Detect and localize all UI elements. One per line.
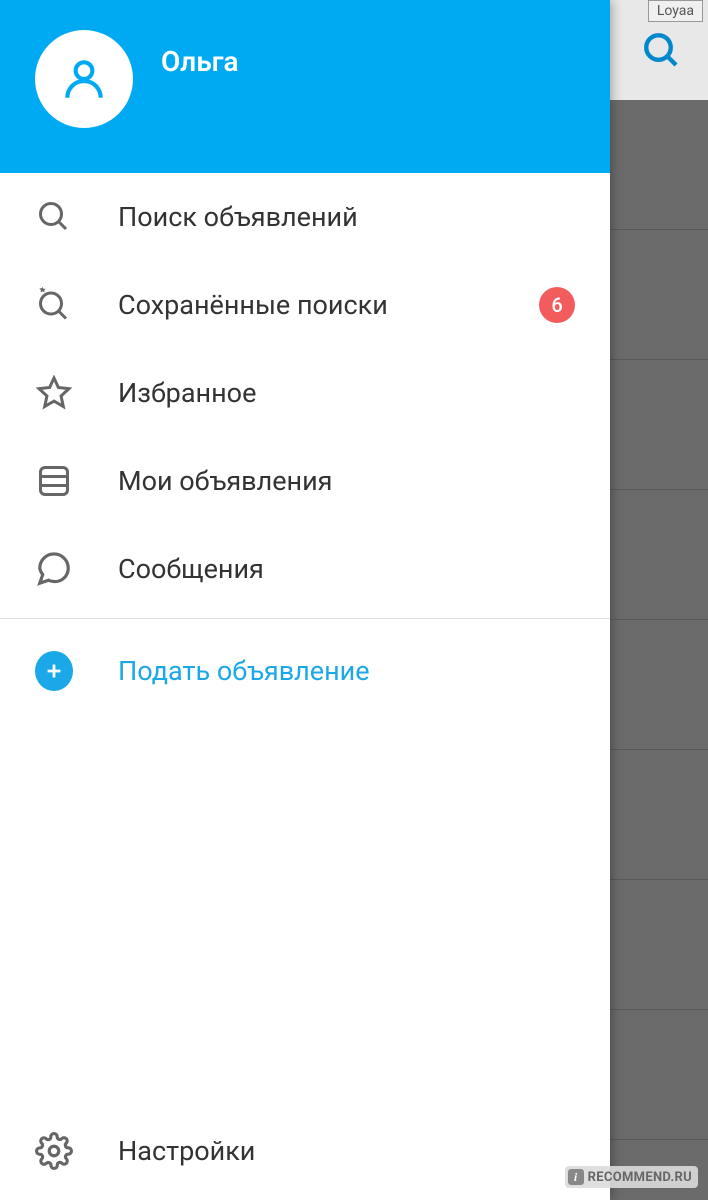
background-row (610, 880, 708, 1010)
menu-label: Поиск объявлений (118, 201, 575, 233)
background-search-icon[interactable] (641, 30, 683, 76)
menu-label: Сохранённые поиски (118, 289, 494, 321)
menu-item-saved-searches[interactable]: Сохранённые поиски 6 (0, 261, 610, 349)
background-row (610, 490, 708, 620)
chat-icon (35, 550, 73, 588)
gear-icon (35, 1132, 73, 1170)
watermark-text: RECOMMEND.RU (588, 1170, 692, 1185)
profile-name: Ольга (161, 45, 239, 78)
menu-label: Сообщения (118, 553, 575, 585)
menu-item-messages[interactable]: Сообщения (0, 525, 610, 613)
background-list (610, 100, 708, 1200)
sidebar-drawer: Ольга Поиск объявлений Сохранённые поиск… (0, 0, 610, 1200)
background-row (610, 100, 708, 230)
menu-item-favorites[interactable]: Избранное (0, 349, 610, 437)
watermark: i RECOMMEND.RU (565, 1166, 698, 1188)
menu-item-settings[interactable]: Настройки (0, 1107, 610, 1200)
menu-item-search-ads[interactable]: Поиск объявлений (0, 173, 610, 261)
plus-circle-icon (35, 652, 73, 690)
saved-searches-badge: 6 (539, 287, 575, 323)
list-icon (35, 462, 73, 500)
avatar[interactable] (35, 30, 133, 128)
search-icon (35, 198, 73, 236)
spacer (0, 718, 610, 1107)
background-row (610, 750, 708, 880)
menu-label: Настройки (118, 1135, 575, 1167)
menu-list: Поиск объявлений Сохранённые поиски 6 Из… (0, 173, 610, 1200)
profile-header[interactable]: Ольга (0, 0, 610, 173)
star-icon (35, 374, 73, 412)
background-row (610, 230, 708, 360)
menu-label: Избранное (118, 377, 575, 409)
menu-item-my-ads[interactable]: Мои объявления (0, 437, 610, 525)
watermark-icon: i (568, 1169, 584, 1185)
background-row (610, 360, 708, 490)
divider (0, 618, 610, 619)
background-row (610, 1010, 708, 1140)
menu-label: Мои объявления (118, 465, 575, 497)
menu-label: Подать объявление (118, 655, 575, 687)
browser-tag: Loyaa (648, 0, 703, 22)
saved-search-icon (35, 286, 73, 324)
menu-item-post-ad[interactable]: Подать объявление (0, 624, 610, 718)
background-row (610, 620, 708, 750)
person-icon (59, 54, 109, 104)
